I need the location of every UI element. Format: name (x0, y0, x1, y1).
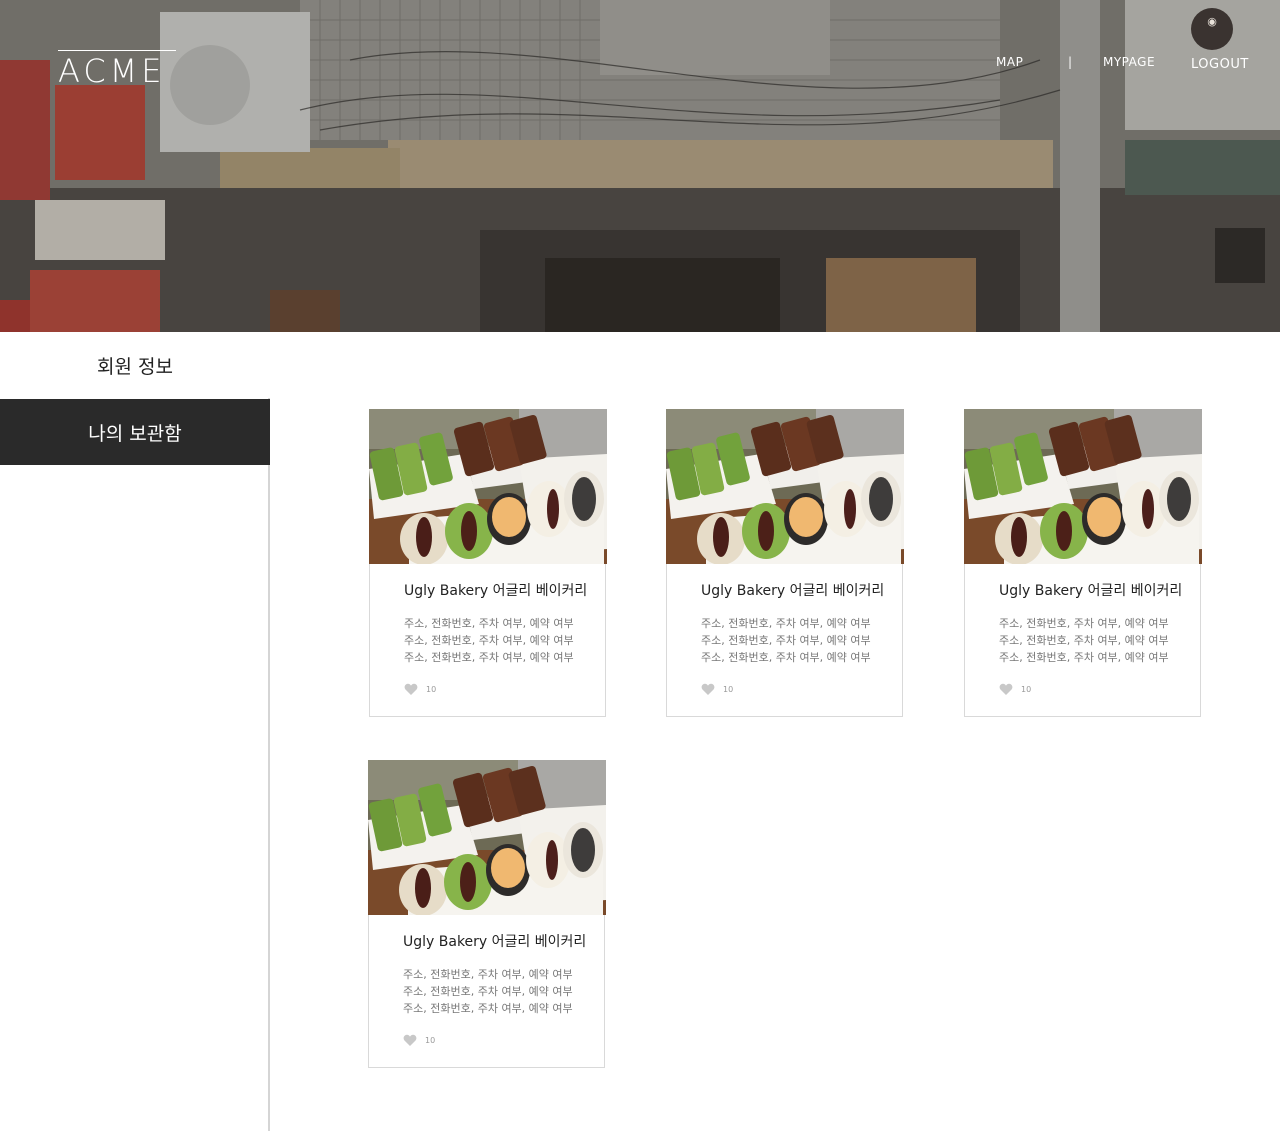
brand-badge-icon: ◉ (1191, 8, 1233, 50)
like-count: 10 (723, 684, 734, 694)
bakery-photo (369, 409, 607, 564)
bakery-card[interactable]: Ugly Bakery 어글리 베이커리 주소, 전화번호, 주차 여부, 예약… (369, 409, 607, 717)
like-count: 10 (426, 684, 437, 694)
card-title: Ugly Bakery 어글리 베이커리 (701, 583, 885, 599)
card-desc-line: 주소, 전화번호, 주차 여부, 예약 여부 (701, 634, 871, 647)
heart-icon (403, 1034, 417, 1046)
sidebar: 회원 정보 나의 보관함 (0, 332, 270, 1131)
card-desc-line: 주소, 전화번호, 주차 여부, 예약 여부 (404, 634, 574, 647)
card-desc-line: 주소, 전화번호, 주차 여부, 예약 여부 (403, 985, 573, 998)
like-count: 10 (425, 1035, 436, 1045)
card-title: Ugly Bakery 어글리 베이커리 (999, 583, 1183, 599)
bakery-photo (368, 760, 606, 915)
card-description: 주소, 전화번호, 주차 여부, 예약 여부 주소, 전화번호, 주차 여부, … (404, 615, 574, 666)
card-description: 주소, 전화번호, 주차 여부, 예약 여부 주소, 전화번호, 주차 여부, … (999, 615, 1169, 666)
bakery-card[interactable]: Ugly Bakery 어글리 베이커리 주소, 전화번호, 주차 여부, 예약… (964, 409, 1202, 717)
card-desc-line: 주소, 전화번호, 주차 여부, 예약 여부 (403, 968, 573, 981)
card-desc-line: 주소, 전화번호, 주차 여부, 예약 여부 (404, 651, 574, 664)
nav-map-link[interactable]: MAP (996, 55, 1023, 69)
card-desc-line: 주소, 전화번호, 주차 여부, 예약 여부 (404, 617, 574, 630)
card-desc-line: 주소, 전화번호, 주차 여부, 예약 여부 (701, 617, 871, 630)
heart-icon (999, 683, 1013, 695)
bakery-photo (964, 409, 1202, 564)
bakery-photo (666, 409, 904, 564)
like-button[interactable]: 10 (701, 683, 733, 695)
like-button[interactable]: 10 (403, 1034, 435, 1046)
card-desc-line: 주소, 전화번호, 주차 여부, 예약 여부 (999, 651, 1169, 664)
nav-logout-link[interactable]: LOGOUT (1191, 57, 1249, 72)
card-desc-line: 주소, 전화번호, 주차 여부, 예약 여부 (701, 651, 871, 664)
like-button[interactable]: 10 (999, 683, 1031, 695)
card-title: Ugly Bakery 어글리 베이커리 (404, 583, 588, 599)
sidebar-item-label: 나의 보관함 (88, 422, 182, 445)
card-desc-line: 주소, 전화번호, 주차 여부, 예약 여부 (403, 1002, 573, 1015)
sidebar-item-member-info[interactable]: 회원 정보 (0, 332, 270, 398)
bakery-card[interactable]: Ugly Bakery 어글리 베이커리 주소, 전화번호, 주차 여부, 예약… (666, 409, 904, 717)
heart-icon (404, 683, 418, 695)
like-count: 10 (1021, 684, 1032, 694)
nav-separator: | (1068, 55, 1073, 69)
card-description: 주소, 전화번호, 주차 여부, 예약 여부 주소, 전화번호, 주차 여부, … (701, 615, 871, 666)
logo-line (58, 50, 176, 51)
logo[interactable]: ACME (58, 50, 176, 88)
hero-overlay (0, 0, 1280, 332)
sidebar-item-my-storage[interactable]: 나의 보관함 (0, 399, 270, 465)
nav-mypage-link[interactable]: MYPAGE (1103, 55, 1155, 69)
logo-text: ACME (58, 52, 166, 90)
sidebar-item-label: 회원 정보 (97, 355, 173, 378)
like-button[interactable]: 10 (404, 683, 436, 695)
hero-banner: ACME ◉ (0, 0, 1280, 332)
heart-icon (701, 683, 715, 695)
bakery-card[interactable]: Ugly Bakery 어글리 베이커리 주소, 전화번호, 주차 여부, 예약… (368, 760, 606, 1068)
card-description: 주소, 전화번호, 주차 여부, 예약 여부 주소, 전화번호, 주차 여부, … (403, 966, 573, 1017)
card-title: Ugly Bakery 어글리 베이커리 (403, 934, 587, 950)
card-desc-line: 주소, 전화번호, 주차 여부, 예약 여부 (999, 617, 1169, 630)
card-desc-line: 주소, 전화번호, 주차 여부, 예약 여부 (999, 634, 1169, 647)
